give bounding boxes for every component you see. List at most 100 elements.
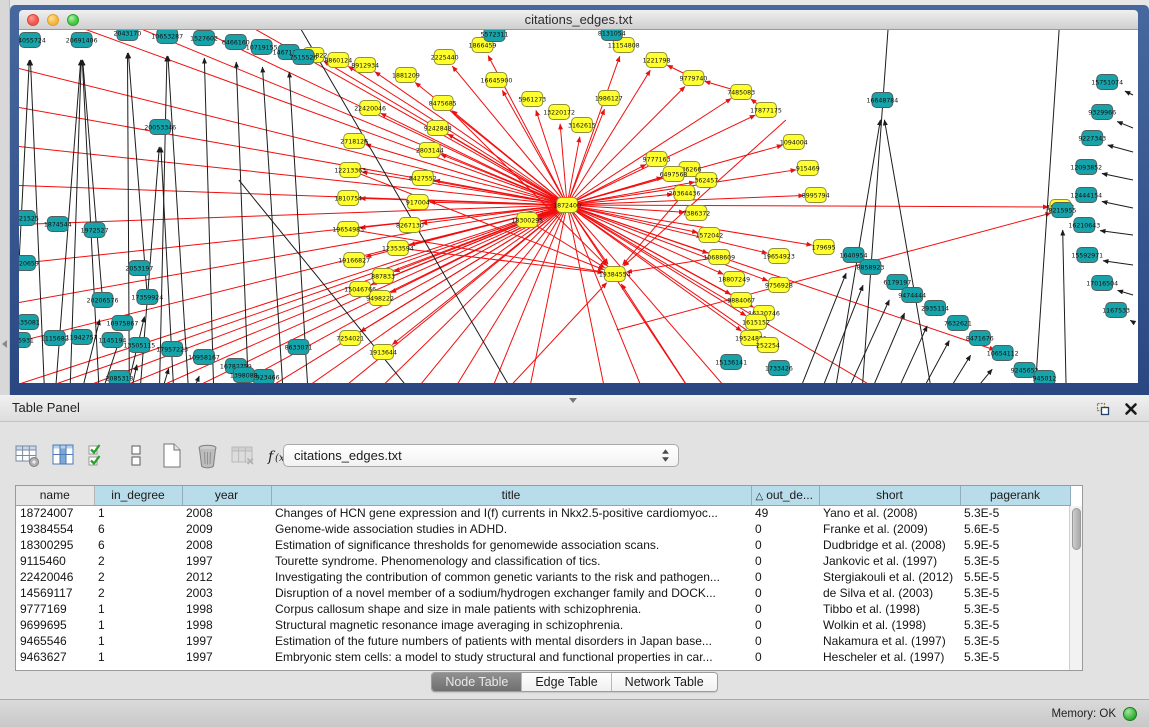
table-cell[interactable]: Franke et al. (2009) (819, 521, 960, 537)
table-cell[interactable]: Estimation of the future numbers of pati… (271, 633, 751, 649)
column-header-pagerank[interactable]: pagerank (960, 486, 1070, 505)
network-node[interactable]: 8860124 (324, 53, 352, 68)
table-cell[interactable]: 9465546 (16, 633, 94, 649)
network-node[interactable]: 9884067 (727, 293, 755, 308)
network-node[interactable]: 8215955 (1048, 203, 1076, 218)
table-selector-dropdown[interactable]: citations_edges.txt (283, 444, 679, 467)
table-cell[interactable]: Genome-wide association studies in ADHD. (271, 521, 751, 537)
network-node[interactable]: 8267130 (396, 218, 424, 233)
table-panel-titlebar[interactable]: Table Panel (0, 395, 1149, 422)
network-node[interactable]: 8858923 (857, 260, 885, 275)
network-node[interactable]: 1094004 (780, 135, 808, 150)
table-cell[interactable]: Jankovic et al. (1997) (819, 553, 960, 569)
table-cell[interactable]: 5.9E-5 (960, 537, 1070, 553)
network-node[interactable]: 9756928 (765, 278, 793, 293)
table-cell[interactable]: 2008 (182, 505, 271, 521)
network-node[interactable]: 9227343 (1078, 131, 1106, 146)
table-cell[interactable]: Estimation of significance thresholds fo… (271, 537, 751, 553)
network-node[interactable]: 8131054 (598, 30, 626, 41)
network-node[interactable]: 3162615 (568, 118, 596, 133)
network-node[interactable]: 1021525 (19, 211, 39, 226)
delete-table-icon[interactable] (194, 442, 221, 469)
network-node[interactable]: 2225440 (431, 50, 459, 65)
table-cell[interactable]: 0 (751, 617, 819, 633)
network-node[interactable]: 9474444 (898, 288, 926, 303)
network-node[interactable]: 7632621 (944, 316, 972, 331)
network-node[interactable]: 1733426 (765, 361, 793, 376)
table-vertical-scrollbar[interactable] (1069, 506, 1082, 670)
table-cell[interactable]: 2003 (182, 585, 271, 601)
table-cell[interactable]: 9463627 (16, 649, 94, 665)
network-node[interactable]: 2043170 (114, 30, 142, 41)
table-cell[interactable]: 5.3E-5 (960, 617, 1070, 633)
table-cell[interactable]: 1 (94, 505, 182, 521)
table-cell[interactable]: 14569117 (16, 585, 94, 601)
network-node[interactable]: 12093852 (1070, 160, 1102, 175)
float-panel-icon[interactable] (1095, 400, 1111, 416)
table-cell[interactable]: 0 (751, 601, 819, 617)
table-row[interactable]: 946362711997Embryonic stem cells: a mode… (16, 649, 1070, 665)
table-row[interactable]: 969969511998Structural magnetic resonanc… (16, 617, 1070, 633)
network-node[interactable]: 16210643 (1068, 218, 1100, 233)
table-cell[interactable]: 1998 (182, 617, 271, 633)
network-node[interactable]: 9777163 (643, 152, 671, 167)
table-cell[interactable]: 5.3E-5 (960, 601, 1070, 617)
network-node[interactable]: 179695 (812, 240, 836, 255)
network-node[interactable]: 20053346 (144, 120, 176, 135)
table-cell[interactable]: Structural magnetic resonance image aver… (271, 617, 751, 633)
table-cell[interactable]: 1998 (182, 601, 271, 617)
table-cell[interactable]: 5.3E-5 (960, 505, 1070, 521)
network-node[interactable]: 15592971 (1071, 248, 1103, 263)
column-header-out_degree[interactable]: △out_de... (751, 486, 819, 505)
network-node[interactable]: 13220172 (543, 105, 575, 120)
network-node[interactable]: 917004 (406, 195, 430, 210)
table-cell[interactable]: 2 (94, 569, 182, 585)
table-cell[interactable]: 18724007 (16, 505, 94, 521)
table-cell[interactable]: Dudbridge et al. (2008) (819, 537, 960, 553)
table-cell[interactable]: 5.3E-5 (960, 553, 1070, 569)
network-node[interactable]: 10653287 (151, 30, 183, 44)
network-node[interactable]: 7515526 (290, 50, 318, 65)
table-cell[interactable]: Corpus callosum shape and size in male p… (271, 601, 751, 617)
scrollbar-thumb[interactable] (1072, 508, 1081, 550)
table-cell[interactable]: 0 (751, 553, 819, 569)
zoom-window-button[interactable] (67, 14, 79, 26)
table-cell[interactable]: 6 (94, 537, 182, 553)
network-canvas[interactable]: 1872400183002951938455422420046271812612… (19, 30, 1138, 383)
table-cell[interactable]: Nakamura et al. (1997) (819, 633, 960, 649)
network-node[interactable]: 1810754 (334, 191, 362, 206)
network-node[interactable]: 2718126 (340, 134, 368, 149)
network-node[interactable]: 13505115 (123, 338, 155, 353)
network-node[interactable]: 11942757 (66, 330, 98, 345)
network-node[interactable]: 8475685 (429, 96, 457, 111)
table-cell[interactable]: 2 (94, 585, 182, 601)
table-cell[interactable]: 5.5E-5 (960, 569, 1070, 585)
table-row[interactable]: 911546021997Tourette syndrome. Phenomeno… (16, 553, 1070, 569)
table-cell[interactable]: 0 (751, 569, 819, 585)
table-row[interactable]: 1938455462009Genome-wide association stu… (16, 521, 1070, 537)
network-node[interactable]: 1913644 (369, 345, 397, 360)
table-row[interactable]: 2242004622012Investigating the contribut… (16, 569, 1070, 585)
network-node[interactable]: 1572042 (695, 228, 723, 243)
table-cell[interactable]: Stergiakouli et al. (2012) (819, 569, 960, 585)
table-cell[interactable]: 5.3E-5 (960, 633, 1070, 649)
network-node[interactable]: 1972527 (81, 223, 109, 238)
tab-edge-table[interactable]: Edge Table (522, 673, 611, 691)
table-cell[interactable]: 2008 (182, 537, 271, 553)
network-node[interactable]: 10688609 (703, 250, 735, 265)
table-row[interactable]: 1830029562008Estimation of significance … (16, 537, 1070, 553)
network-node[interactable]: 1872400 (553, 198, 581, 213)
table-cell[interactable]: 1997 (182, 633, 271, 649)
network-node[interactable]: 8427552 (409, 171, 437, 186)
network-node[interactable]: 15136141 (715, 355, 747, 370)
network-node[interactable]: 2053197 (125, 261, 153, 276)
table-cell[interactable]: 0 (751, 585, 819, 601)
table-cell[interactable]: 9699695 (16, 617, 94, 633)
network-node[interactable]: 5961273 (518, 92, 546, 107)
network-node[interactable]: 1874544 (44, 217, 72, 232)
node-table[interactable]: namein_degreeyeartitle△out_de...shortpag… (15, 485, 1083, 671)
network-node[interactable]: 3915931 (19, 333, 34, 348)
network-node[interactable]: 6497568 (660, 167, 688, 182)
table-cell[interactable]: 6 (94, 521, 182, 537)
table-cell[interactable]: 1 (94, 649, 182, 665)
